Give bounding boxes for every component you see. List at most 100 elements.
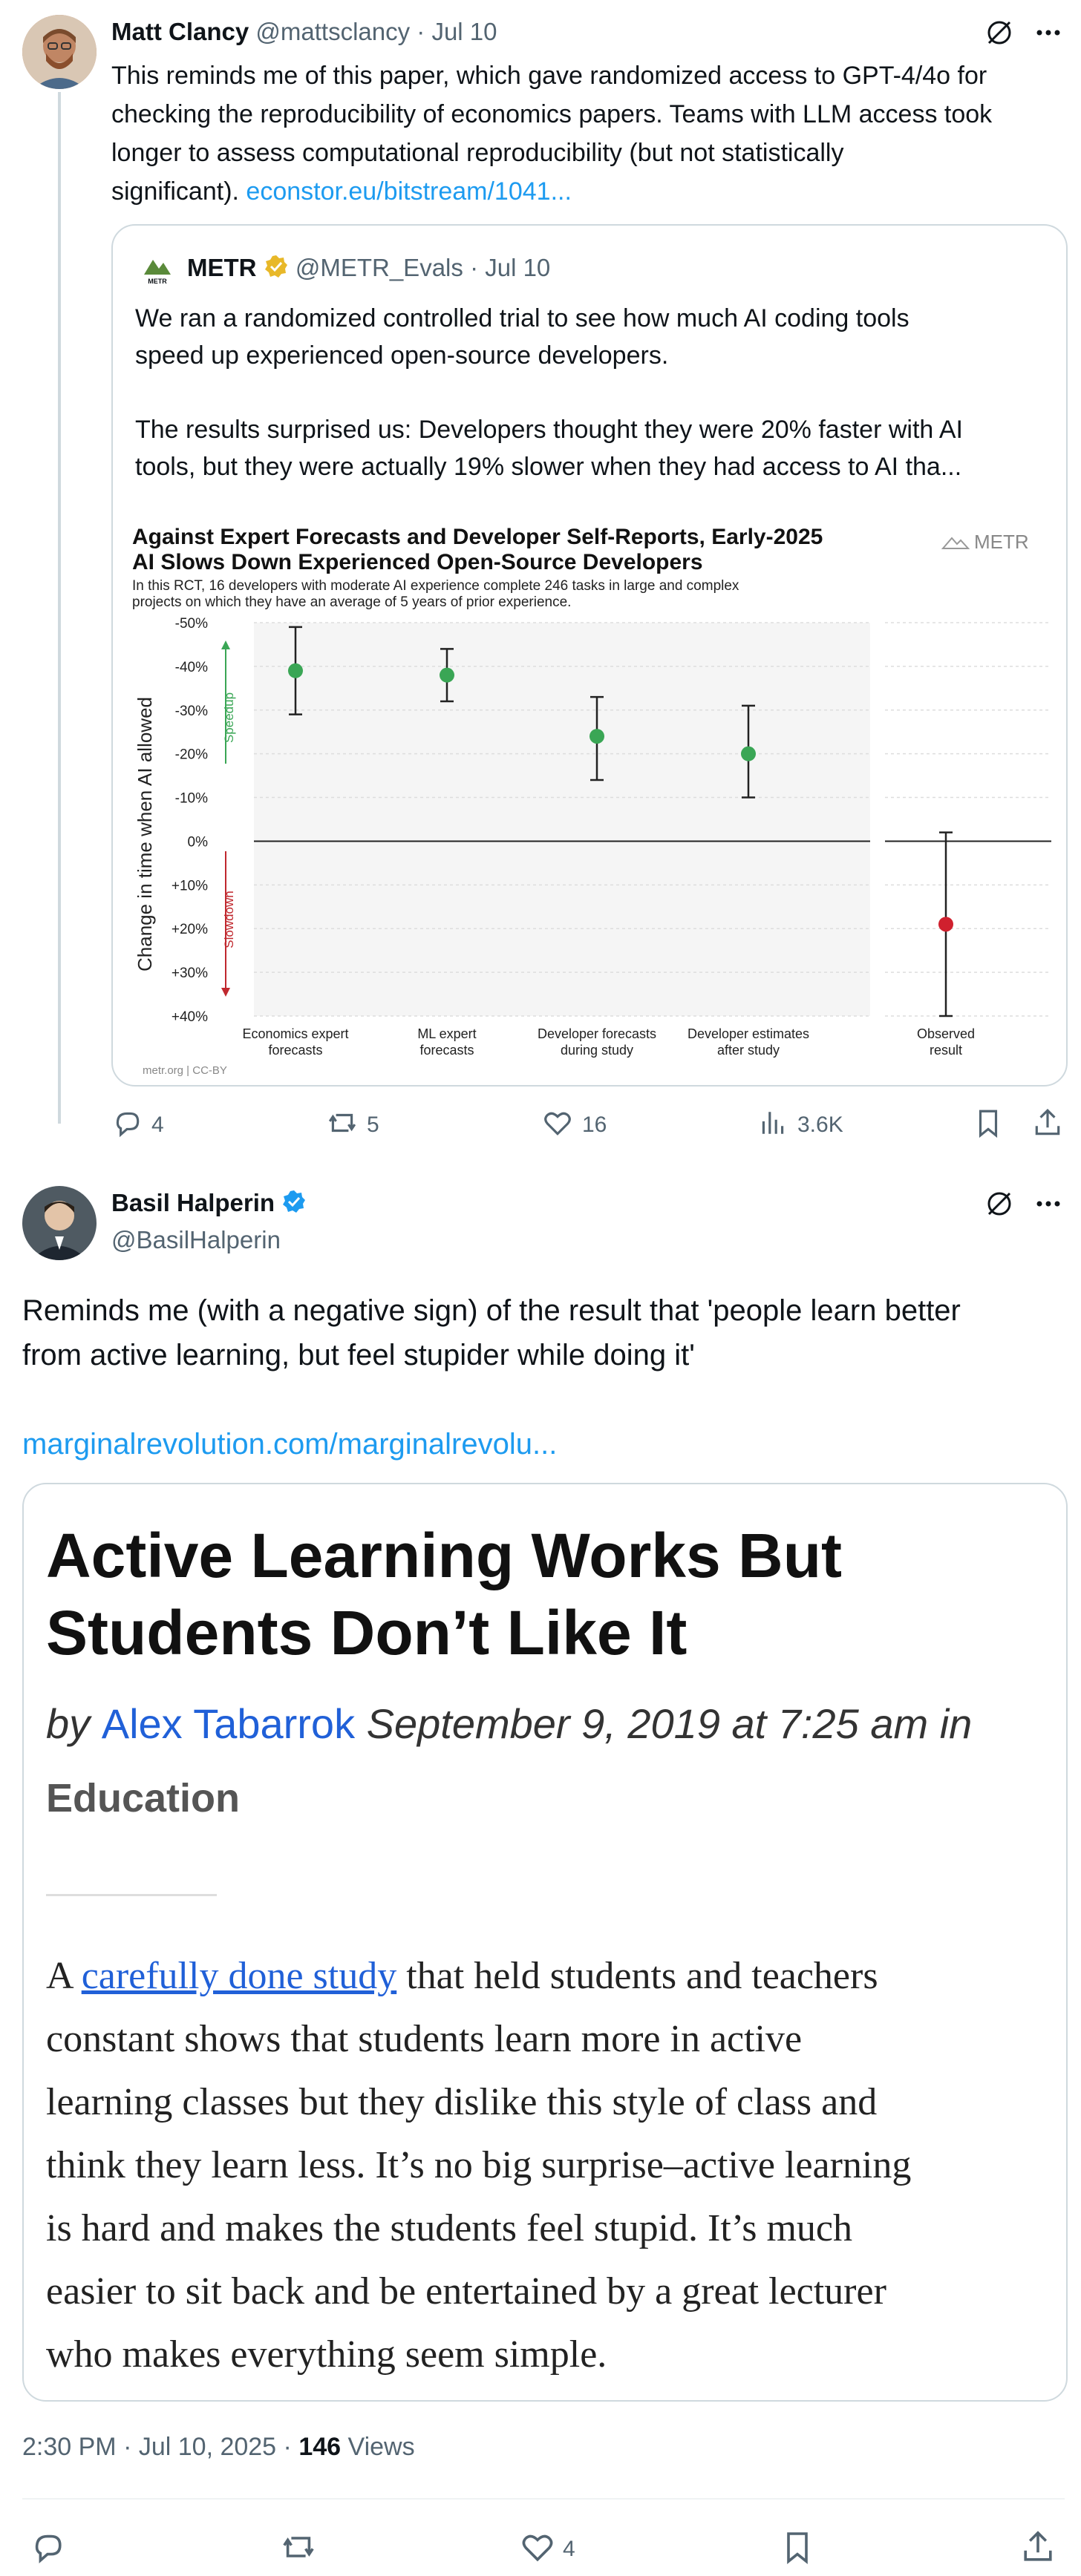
metr-logo-avatar[interactable]: METR <box>140 251 175 286</box>
retweet-count: 5 <box>367 1112 379 1137</box>
reply-button[interactable] <box>30 2529 65 2569</box>
chart-ylabel: Change in time when AI allowed <box>134 697 156 971</box>
data-point <box>440 667 454 683</box>
bookmark-button[interactable] <box>973 1107 1004 1142</box>
divider <box>22 2498 1065 2500</box>
x-category-label: ML expert <box>417 1026 476 1041</box>
retweet-icon <box>327 1107 358 1142</box>
tweet-link[interactable]: econstor.eu/bitstream/1041... <box>246 177 571 206</box>
tweet-date[interactable]: · Jul 10 <box>417 18 497 45</box>
svg-text:Speedup: Speedup <box>222 692 236 743</box>
quote-author-name[interactable]: METR <box>187 254 257 281</box>
share-button[interactable] <box>1020 2529 1056 2569</box>
y-tick-label: -30% <box>175 704 208 719</box>
chart-svg: Against Expert Forecasts and Developer S… <box>132 525 1051 1077</box>
x-category-label: Developer forecasts <box>538 1026 656 1041</box>
views-count: 3.6K <box>797 1112 843 1137</box>
article-title: Active Learning Works But Students Don’t… <box>46 1521 842 1668</box>
x-category-label: Economics expert <box>242 1026 348 1041</box>
author-handle[interactable]: @BasilHalperin <box>111 1226 281 1254</box>
reply-icon <box>30 2534 65 2568</box>
like-count: 16 <box>582 1112 607 1137</box>
grok-icon[interactable] <box>984 18 1014 47</box>
article-byline: by Alex Tabarrok September 9, 2019 at 7:… <box>46 1700 973 1747</box>
x-category-label: Developer estimates <box>688 1026 809 1041</box>
author-handle[interactable]: @mattsclancy <box>255 18 410 45</box>
thread-line <box>58 92 61 1124</box>
quote-tweet-card[interactable]: METR METR @METR_Evals · Jul 10 We ran a … <box>111 224 1068 1087</box>
y-tick-label: +30% <box>172 966 208 981</box>
article-study-link[interactable]: carefully done study <box>82 1955 397 1997</box>
avatar-matt-clancy[interactable] <box>22 15 97 89</box>
tweet-timestamp: 2:30 PM · Jul 10, 2025 · 146 Views <box>22 2433 415 2462</box>
chart-footer: metr.org | CC-BY <box>143 1064 227 1077</box>
data-point <box>288 663 303 678</box>
like-button[interactable]: 4 <box>520 2529 575 2569</box>
views-count: 146 <box>298 2433 342 2461</box>
retweet-button[interactable]: 5 <box>327 1107 379 1142</box>
avatar-basil-halperin[interactable] <box>22 1186 97 1260</box>
quote-author-handle[interactable]: @METR_Evals <box>295 254 463 281</box>
tweet1-action-row: 4 5 16 3.6K <box>111 1107 1069 1140</box>
quote-text: We ran a randomized controlled trial to … <box>135 304 963 481</box>
article-author-link[interactable]: Alex Tabarrok <box>102 1700 355 1747</box>
chart-title-line2: AI Slows Down Experienced Open-Source De… <box>132 550 703 574</box>
y-tick-label: -10% <box>175 791 208 807</box>
retweet-button[interactable] <box>281 2529 316 2569</box>
article-body: A carefully done study that held student… <box>46 1955 912 2376</box>
svg-text:Slowdown: Slowdown <box>222 891 236 948</box>
author-name[interactable]: Matt Clancy <box>111 18 249 45</box>
verified-icon <box>281 1189 307 1220</box>
share-icon <box>1032 1108 1063 1141</box>
tweet-text: This reminds me of this paper, which gav… <box>111 62 993 206</box>
x-category-label: forecasts <box>419 1043 474 1058</box>
x-category-label: after study <box>717 1043 780 1058</box>
data-point <box>938 917 953 932</box>
like-count: 4 <box>563 2536 575 2561</box>
y-tick-label: +20% <box>172 922 208 937</box>
share-icon <box>1020 2531 1056 2568</box>
more-icon[interactable] <box>1033 18 1063 47</box>
verified-gold-icon <box>264 254 289 285</box>
svg-text:METR: METR <box>974 531 1029 553</box>
bookmark-button[interactable] <box>780 2529 815 2569</box>
heart-icon <box>542 1107 573 1142</box>
y-tick-label: +10% <box>172 878 208 894</box>
reply-count: 4 <box>151 1112 164 1137</box>
quote-date: · Jul 10 <box>470 254 551 281</box>
forecast-panel-bg <box>254 623 870 1016</box>
y-tick-label: -50% <box>175 616 208 632</box>
tweet-text: Reminds me (with a negative sign) of the… <box>22 1288 1062 1466</box>
chart-subtitle-line1: In this RCT, 16 developers with moderate… <box>132 578 739 594</box>
chart-title-line1: Against Expert Forecasts and Developer S… <box>132 525 823 549</box>
speedup-arrow: Speedup <box>221 640 236 764</box>
slowdown-arrow: Slowdown <box>221 851 236 997</box>
share-button[interactable] <box>1032 1107 1063 1142</box>
x-category-label: result <box>930 1043 962 1058</box>
article-category[interactable]: Education <box>46 1775 240 1821</box>
data-point <box>590 729 604 744</box>
x-category-label: Observed <box>917 1026 975 1041</box>
y-tick-label: -40% <box>175 660 208 675</box>
chart-image: Against Expert Forecasts and Developer S… <box>113 519 1066 1085</box>
retweet-icon <box>281 2537 316 2568</box>
views-button[interactable]: 3.6K <box>757 1107 843 1142</box>
chart-subtitle-line2: projects on which they have an average o… <box>132 594 571 610</box>
svg-text:METR: METR <box>148 278 167 285</box>
reply-icon <box>111 1107 143 1142</box>
y-tick-label: +40% <box>172 1009 208 1025</box>
x-category-label: during study <box>561 1043 633 1058</box>
more-icon[interactable] <box>1033 1189 1063 1219</box>
tweet-link[interactable]: marginalrevolution.com/marginalrevolu... <box>22 1422 1062 1466</box>
timestamp-text[interactable]: 2:30 PM · Jul 10, 2025 · <box>22 2433 292 2461</box>
article-image-card[interactable]: Active Learning Works But Students Don’t… <box>22 1483 1068 2402</box>
bookmark-icon <box>780 2532 815 2568</box>
author-name[interactable]: Basil Halperin <box>111 1189 275 1216</box>
y-tick-label: -20% <box>175 747 208 763</box>
bookmark-icon <box>973 1110 1004 1141</box>
y-tick-label: 0% <box>188 834 209 850</box>
grok-icon[interactable] <box>984 1189 1014 1219</box>
reply-button[interactable]: 4 <box>111 1107 164 1142</box>
heart-icon <box>520 2529 555 2569</box>
like-button[interactable]: 16 <box>542 1107 607 1142</box>
